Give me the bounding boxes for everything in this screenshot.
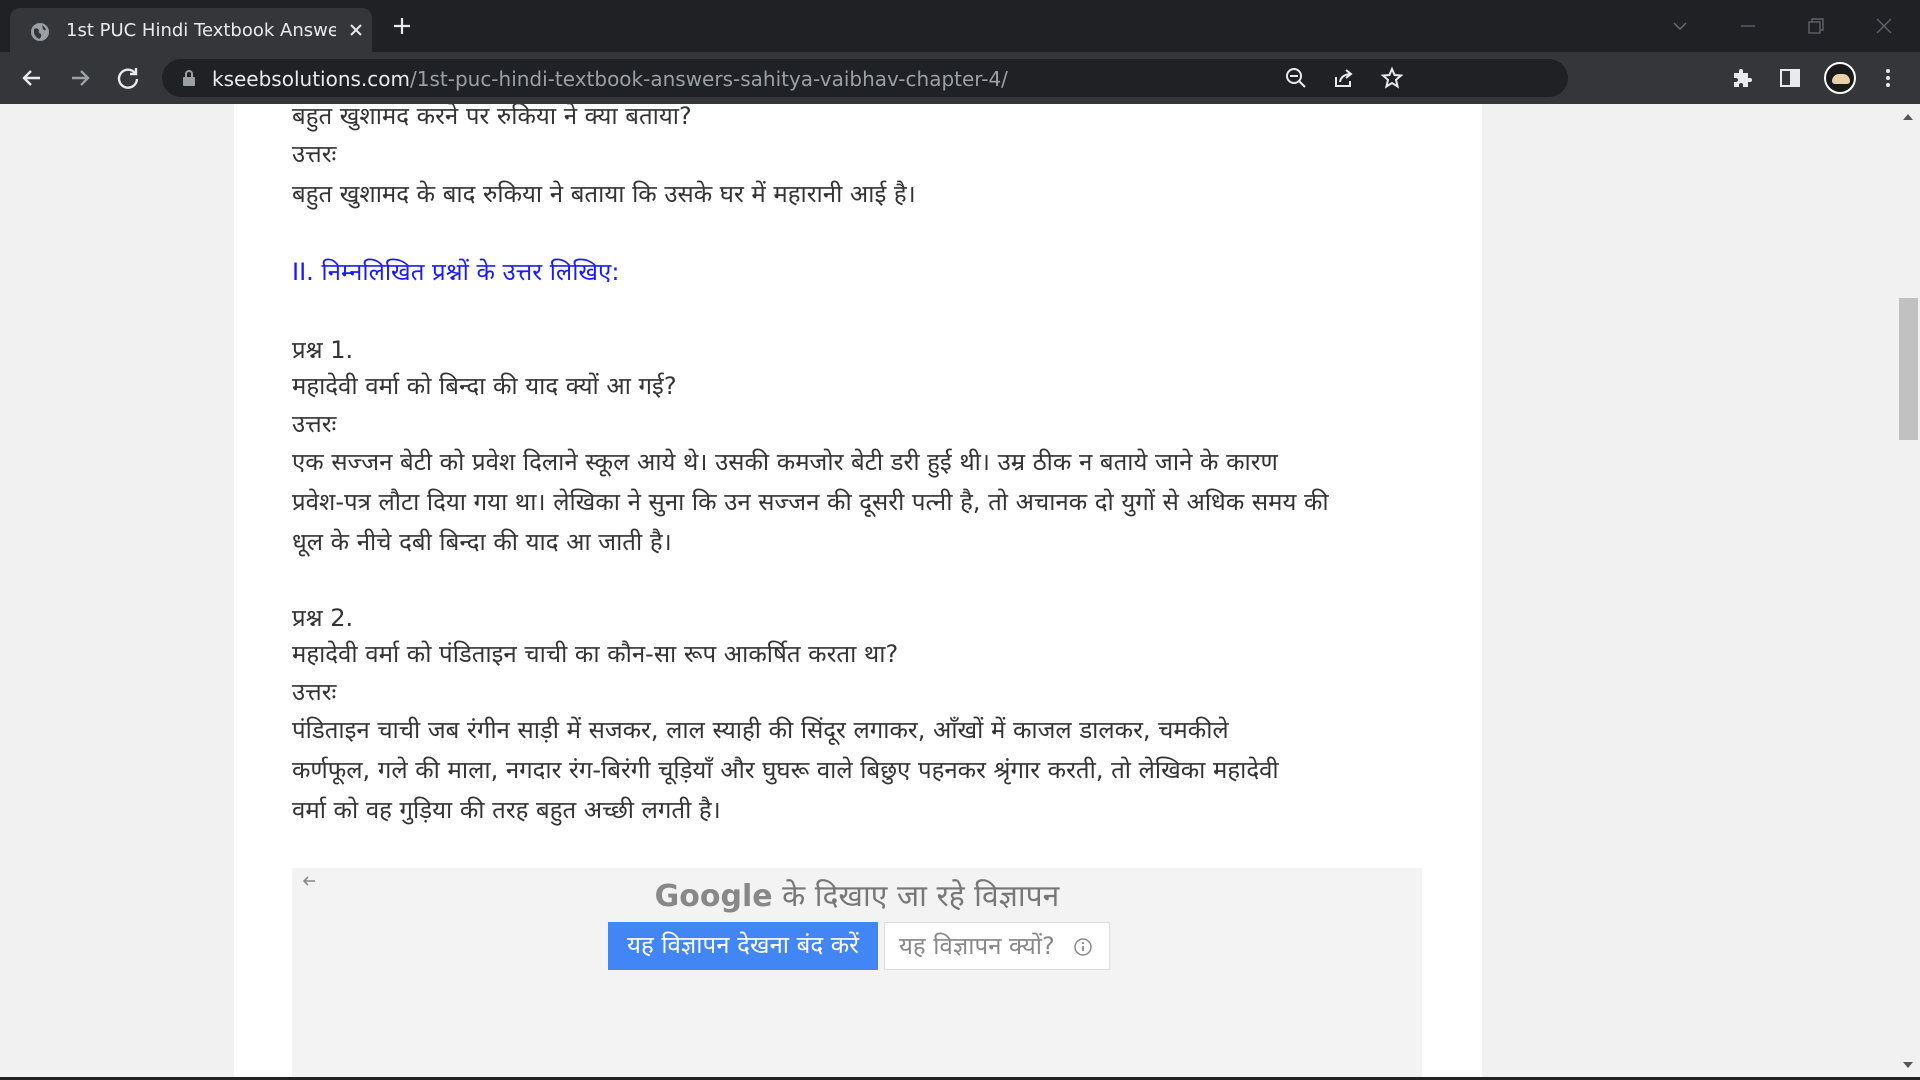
browser-tab[interactable]: 1st PUC Hindi Textbook Answers — [10, 8, 372, 52]
arrow-right-icon[interactable] — [66, 64, 94, 92]
ad-title: Google के दिखाए जा रहे विज्ञापन — [292, 874, 1422, 915]
answer-text: धूल के नीचे दबी बिन्दा की याद आ जाती है। — [292, 528, 672, 556]
kebab-menu-icon[interactable] — [1876, 66, 1900, 90]
url-path: /1st-puc-hindi-textbook-answers-sahitya-… — [410, 67, 1008, 91]
ad-title-suffix: के दिखाए जा रहे विज्ञापन — [772, 879, 1060, 914]
url-host: kseebsolutions.com — [212, 67, 410, 91]
side-panel-icon[interactable] — [1778, 66, 1802, 90]
article-column: बहुत खुशामद करने पर रुकिया ने क्या बताया… — [234, 104, 1482, 1080]
plus-icon[interactable] — [390, 14, 414, 38]
answer-text: वर्मा को वह गुड़िया की तरह बहुत अच्छी लग… — [292, 796, 721, 824]
info-icon — [1074, 938, 1092, 956]
ad-container: Google के दिखाए जा रहे विज्ञापन यह विज्ञ… — [292, 868, 1422, 1080]
why-this-ad-label: यह विज्ञापन क्यों? — [899, 932, 1055, 960]
scroll-up-arrow-icon[interactable] — [1903, 114, 1913, 120]
section-heading: II. निम्नलिखित प्रश्नों के उत्तर लिखिए: — [292, 258, 620, 286]
vertical-scrollbar[interactable] — [1897, 104, 1920, 1080]
answer-text: एक सज्जन बेटी को प्रवेश दिलाने स्कूल आये… — [292, 448, 1278, 476]
tab-title: 1st PUC Hindi Textbook Answers — [66, 20, 336, 41]
answer-text: पंडिताइन चाची जब रंगीन साड़ी में सजकर, ल… — [292, 716, 1229, 744]
google-logo: Google — [654, 879, 773, 914]
answer-text: कर्णफूल, गले की माला, नगदार रंग-बिरंगी च… — [292, 756, 1279, 784]
close-icon[interactable] — [346, 20, 366, 40]
zoom-out-icon[interactable] — [1284, 66, 1308, 90]
avatar[interactable] — [1824, 62, 1856, 94]
question-number: प्रश्न 1. — [292, 336, 354, 364]
arrow-left-icon[interactable] — [18, 64, 46, 92]
why-this-ad-button[interactable]: यह विज्ञापन क्यों? — [884, 922, 1110, 970]
answer-label: उत्तरः — [292, 678, 337, 706]
question-text: बहुत खुशामद करने पर रुकिया ने क्या बताया… — [292, 104, 692, 130]
question-text: महादेवी वर्मा को बिन्दा की याद क्यों आ ग… — [292, 372, 677, 400]
puzzle-icon[interactable] — [1730, 66, 1754, 90]
globe-icon — [31, 23, 49, 41]
tab-strip: 1st PUC Hindi Textbook Answers — [0, 0, 1920, 52]
browser-toolbar: kseebsolutions.com/1st-puc-hindi-textboo… — [0, 52, 1920, 104]
answer-text: बहुत खुशामद के बाद रुकिया ने बताया कि उस… — [292, 180, 916, 208]
scrollbar-thumb[interactable] — [1899, 298, 1918, 440]
answer-text: प्रवेश-पत्र लौटा दिया गया था। लेखिका ने … — [292, 488, 1329, 516]
answer-label: उत्तरः — [292, 410, 337, 438]
restore-icon[interactable] — [1804, 14, 1828, 38]
stop-ad-button[interactable]: यह विज्ञापन देखना बंद करें — [608, 922, 878, 970]
answer-label: उत्तरः — [292, 140, 337, 168]
reload-icon[interactable] — [114, 64, 142, 92]
star-icon[interactable] — [1380, 66, 1404, 90]
share-icon[interactable] — [1332, 66, 1356, 90]
window-close-icon[interactable] — [1872, 14, 1896, 38]
page-viewport: बहुत खुशामद करने पर रुकिया ने क्या बताया… — [0, 104, 1897, 1080]
question-number: प्रश्न 2. — [292, 604, 354, 632]
address-bar[interactable]: kseebsolutions.com/1st-puc-hindi-textboo… — [162, 59, 1568, 97]
url-text[interactable]: kseebsolutions.com/1st-puc-hindi-textboo… — [212, 67, 1008, 91]
scroll-down-arrow-icon[interactable] — [1903, 1062, 1913, 1068]
chevron-down-icon[interactable] — [1668, 14, 1692, 38]
lock-icon[interactable] — [182, 70, 196, 86]
minimize-icon[interactable] — [1736, 14, 1760, 38]
question-text: महादेवी वर्मा को पंडिताइन चाची का कौन-सा… — [292, 640, 899, 668]
